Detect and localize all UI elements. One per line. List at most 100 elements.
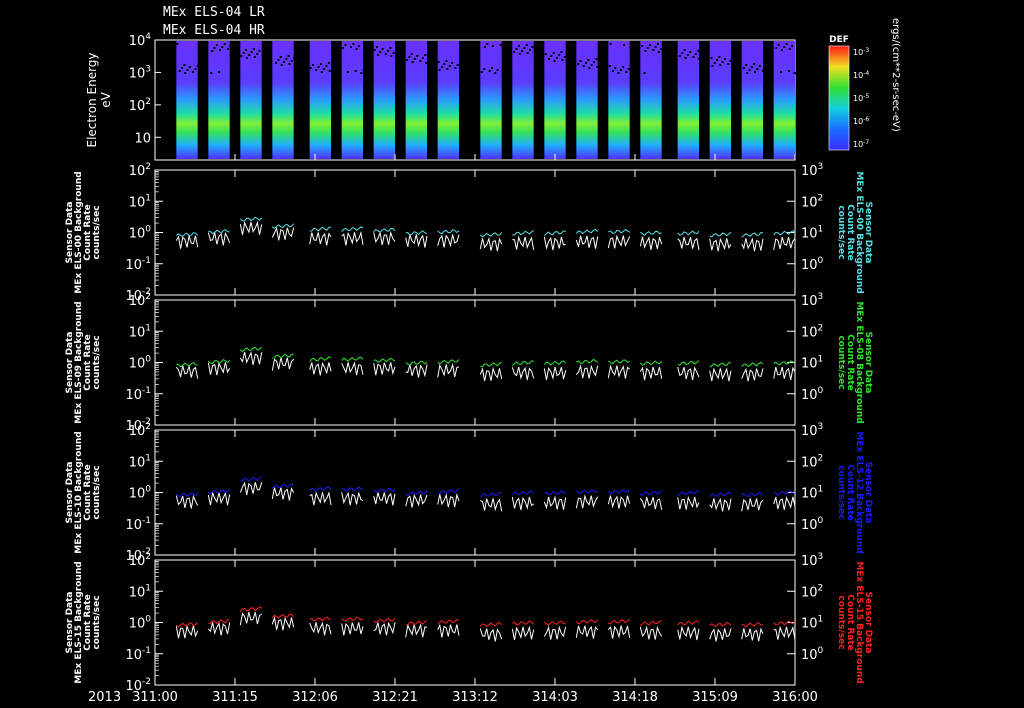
spectrogram-orbit-block (272, 41, 294, 159)
spectrogram-speckle (283, 61, 285, 63)
spectrogram-speckle (614, 67, 617, 69)
background-line (741, 622, 764, 628)
spectrogram-speckle (608, 65, 611, 67)
sensor-data-line (341, 491, 364, 506)
sensor-data-line (639, 496, 663, 510)
background-line (373, 357, 396, 363)
spectrogram-speckle (553, 60, 556, 62)
colorbar-tick-label: 10-6 (853, 116, 869, 126)
spectrogram-speckle (381, 48, 384, 50)
spectrogram-speckle (288, 63, 291, 65)
spectrogram-speckle (582, 65, 585, 67)
background-line (373, 617, 396, 624)
spectrogram-speckle (787, 70, 790, 72)
spectrogram-speckle (684, 57, 687, 59)
background-line (677, 620, 700, 626)
background-line (709, 231, 732, 238)
sensor-data-line (709, 497, 732, 512)
spectrogram-speckle (710, 57, 713, 59)
sensor-data-line (543, 495, 567, 510)
spectrogram-speckle (486, 43, 489, 45)
background-line (437, 359, 460, 365)
panel-right-tick-label: 101 (801, 615, 823, 632)
spectrogram-speckle (226, 48, 229, 50)
spectrogram-speckle (711, 65, 714, 67)
colorbar-tick-label: 10-4 (853, 70, 869, 80)
sensor-data-line (479, 628, 503, 642)
sensor-data-line (543, 366, 567, 381)
sensor-data-line (309, 491, 332, 506)
x-axis-tick-label: 311:15 (212, 690, 258, 705)
sensor-data-line (607, 625, 631, 639)
sensor-data-line (677, 366, 700, 380)
panel-left-label: Sensor DataMEx ELS-00 BackgroundCount Ra… (65, 171, 102, 293)
sensor-data-line (709, 628, 732, 642)
spectrogram-speckle (309, 67, 312, 69)
spectrogram-speckle (258, 50, 261, 52)
panel-left-tick-label: 102 (129, 162, 151, 179)
spectrogram-speckle (196, 65, 199, 67)
line-panel-1: 10210110010-110-2103102101100Sensor Data… (65, 162, 873, 304)
spectrogram-orbit-block (240, 41, 262, 159)
sensor-data-line (709, 367, 732, 382)
spectrogram-speckle (327, 62, 330, 64)
sensor-data-line (207, 361, 231, 376)
spectrogram-speckle (627, 68, 630, 70)
background-line (543, 230, 566, 237)
panel-right-label: Sensor DataMEx ELS-08 BackgroundCount Ra… (836, 301, 873, 423)
spectrogram-speckle (494, 72, 497, 74)
spectrogram-speckle (355, 48, 358, 50)
spectrogram-speckle (742, 67, 745, 69)
spectrogram-speckle (223, 43, 226, 45)
spectrogram-speckle (192, 71, 195, 73)
spectrogram-ytick-label: 102 (129, 97, 151, 114)
background-line (608, 359, 630, 365)
background-line (640, 490, 663, 496)
panel-left-tick-label: 10-1 (125, 256, 151, 273)
colorbar-tick-label: 10-7 (853, 139, 869, 149)
x-axis-tick-label: 315:09 (692, 690, 738, 705)
spectrogram-speckle (729, 60, 732, 62)
background-line (341, 616, 364, 622)
background-line (239, 606, 262, 613)
sensor-data-line (239, 351, 263, 365)
panel-right-tick-label: 103 (801, 552, 823, 569)
panel-right-tick-label: 103 (801, 292, 823, 309)
spectrogram-speckle (419, 60, 422, 62)
sensor-data-line (607, 495, 631, 509)
spectrogram-speckle (218, 71, 221, 73)
background-line (709, 491, 732, 498)
spectrogram-speckle (523, 47, 526, 49)
background-line (511, 360, 534, 367)
spectrogram-speckle (176, 43, 179, 45)
background-line (271, 613, 295, 619)
background-line (341, 486, 364, 492)
spectrogram-speckle (525, 44, 528, 46)
spectrogram-speckle (256, 53, 259, 55)
sensor-data-line (677, 495, 700, 510)
sensor-data-line (741, 627, 764, 642)
background-line (208, 228, 230, 235)
sensor-data-line (437, 623, 460, 638)
spectrogram-speckle (625, 71, 628, 73)
background-line (405, 230, 428, 236)
spectrogram-speckle (595, 58, 598, 60)
background-line (207, 358, 231, 364)
background-line (176, 361, 198, 368)
sensor-data-line (309, 361, 332, 376)
spectrogram-speckle (392, 52, 395, 54)
spectrogram-speckle (349, 46, 352, 48)
panel-right-tick-label: 100 (801, 256, 824, 273)
spectrogram-speckle (384, 53, 387, 55)
sensor-data-line (607, 234, 631, 249)
spectrogram-speckle (697, 50, 700, 52)
panel-frame (154, 299, 796, 426)
spectrogram-speckle (245, 57, 248, 59)
spectrogram-speckle (425, 62, 428, 64)
spectrogram-speckle (617, 72, 620, 74)
background-line (405, 360, 428, 366)
colorbar-label: DEF (829, 35, 849, 45)
panel-right-tick-label: 102 (801, 453, 823, 470)
sensor-data-line (575, 494, 599, 509)
spectrogram-speckle (181, 67, 184, 69)
